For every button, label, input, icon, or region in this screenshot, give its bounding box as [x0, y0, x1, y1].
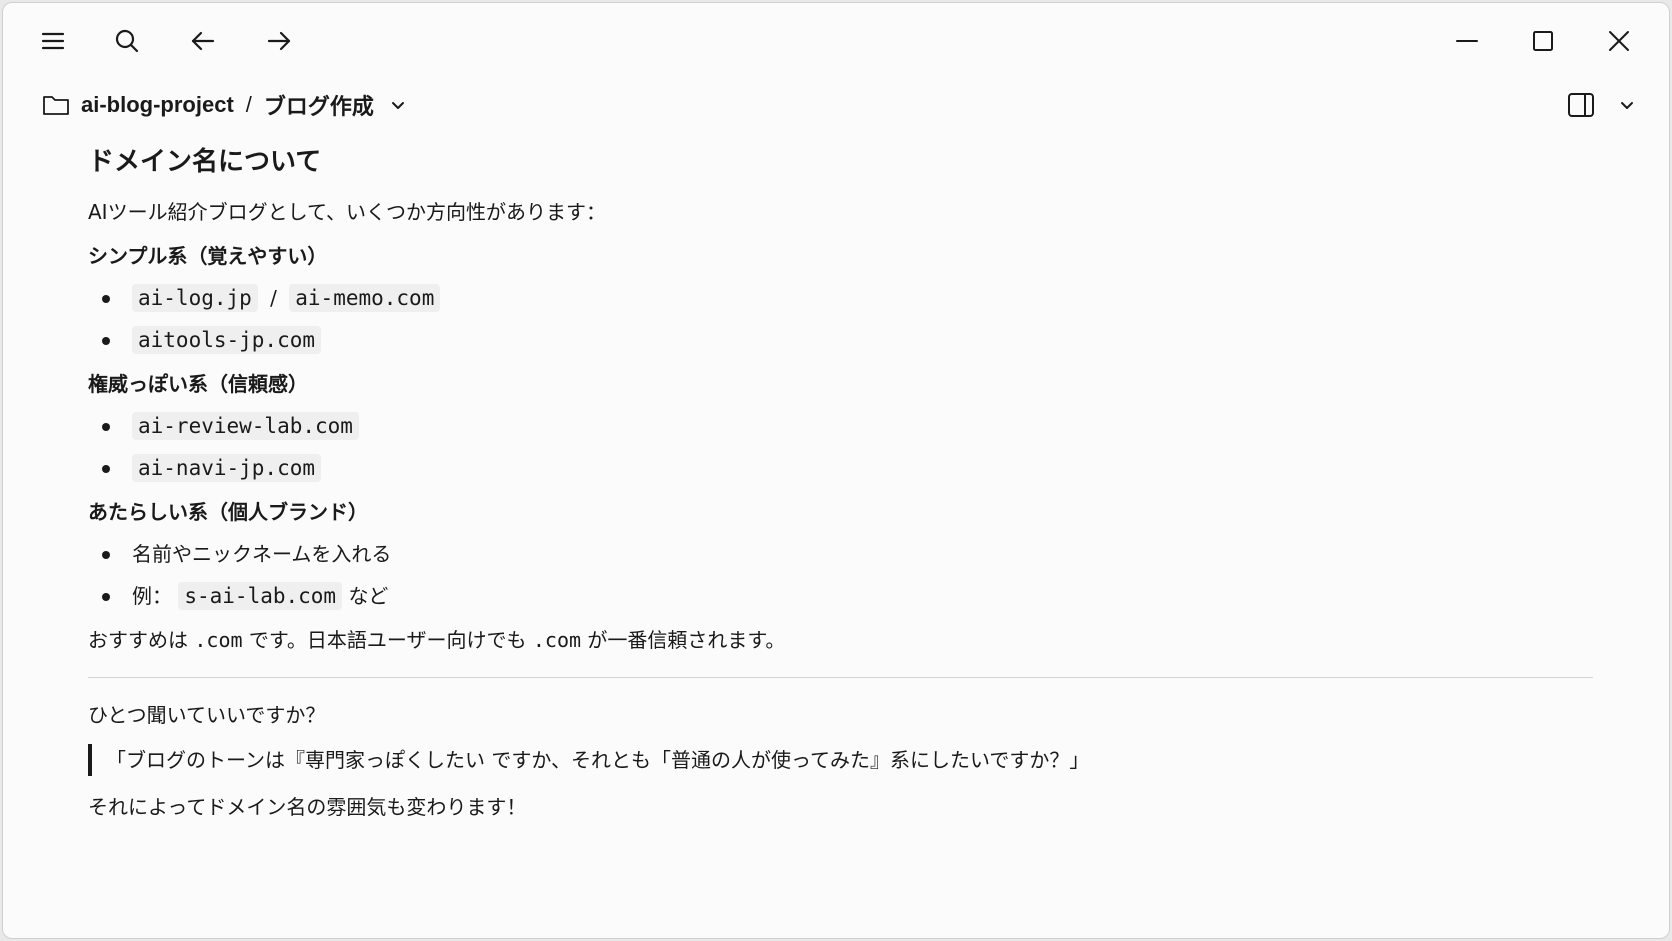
breadcrumb-separator: / [245, 92, 252, 117]
recommend-part: が一番信頼されます。 [587, 628, 786, 652]
domain-code: ai-navi-jp.com [132, 454, 322, 482]
list-separator: / [270, 286, 277, 310]
breadcrumb-page[interactable]: ブログ作成 [264, 89, 374, 121]
inline-code: .com [194, 628, 243, 652]
breadcrumb: ai-blog-project / ブログ作成 [41, 89, 408, 121]
blockquote: 「ブログのトーンは『専門家っぽくしたい ですか、それとも「普通の人が使ってみた』… [88, 744, 1593, 776]
menu-icon[interactable] [31, 19, 75, 63]
closing-text: それによってドメイン名の雰囲気も変わります！ [88, 795, 527, 819]
back-arrow-icon[interactable] [181, 19, 225, 63]
list-item: ai-review-lab.com [88, 405, 1593, 447]
recommend-text: おすすめは .com です。日本語ユーザー向けでも .com が一番信頼されます… [88, 625, 1593, 655]
domain-code: s-ai-lab.com [178, 582, 343, 610]
list-item: ai-log.jp / ai-memo.com [88, 277, 1593, 319]
list-prefix: 例： [132, 584, 172, 608]
section-title: 権威っぽい系（信頼感） [88, 372, 308, 396]
chevron-down-icon[interactable] [1611, 89, 1643, 121]
article-heading: ドメイン名について [88, 147, 322, 177]
app-window: ai-blog-project / ブログ作成 ドメイン名について AIツール紹… [2, 2, 1670, 939]
inline-code: .com [532, 628, 582, 652]
title-bar [3, 3, 1669, 75]
recommend-part: おすすめは [88, 628, 188, 652]
list-item: 名前やニックネームを入れる [88, 533, 1593, 575]
domain-list: 名前やニックネームを入れる 例： s-ai-lab.com など [88, 533, 1593, 617]
domain-code: ai-memo.com [289, 284, 441, 312]
folder-icon [41, 90, 71, 120]
domain-code: ai-log.jp [132, 284, 258, 312]
breadcrumb-project[interactable]: ai-blog-project [81, 92, 234, 118]
maximize-icon[interactable] [1521, 19, 1565, 63]
divider [88, 677, 1593, 678]
list-suffix: など [348, 584, 389, 608]
chevron-down-icon[interactable] [388, 95, 408, 115]
side-panel-icon[interactable] [1565, 89, 1597, 121]
breadcrumb-bar: ai-blog-project / ブログ作成 [3, 83, 1669, 127]
section-title: あたらしい系（個人ブランド） [88, 500, 368, 524]
search-icon[interactable] [105, 19, 149, 63]
recommend-part: です。日本語ユーザー向けでも [248, 628, 527, 652]
view-tools [1565, 89, 1643, 121]
domain-list: ai-review-lab.com ai-navi-jp.com [88, 405, 1593, 489]
list-text: 名前やニックネームを入れる [132, 542, 392, 566]
domain-code: ai-review-lab.com [132, 412, 359, 440]
list-item: aitools-jp.com [88, 319, 1593, 361]
close-icon[interactable] [1597, 19, 1641, 63]
domain-list: ai-log.jp / ai-memo.com aitools-jp.com [88, 277, 1593, 361]
question-text: ひとつ聞いていいですか？ [88, 703, 326, 727]
forward-arrow-icon[interactable] [257, 19, 301, 63]
domain-code: aitools-jp.com [132, 326, 322, 354]
list-item: 例： s-ai-lab.com など [88, 575, 1593, 617]
intro-text: AIツール紹介ブログとして、いくつか方向性があります： [88, 200, 606, 224]
section-title: シンプル系（覚えやすい） [88, 244, 328, 268]
minimize-icon[interactable] [1445, 19, 1489, 63]
chat-message: ドメイン名について AIツール紹介ブログとして、いくつか方向性があります： シン… [88, 143, 1593, 836]
list-item: ai-navi-jp.com [88, 447, 1593, 489]
